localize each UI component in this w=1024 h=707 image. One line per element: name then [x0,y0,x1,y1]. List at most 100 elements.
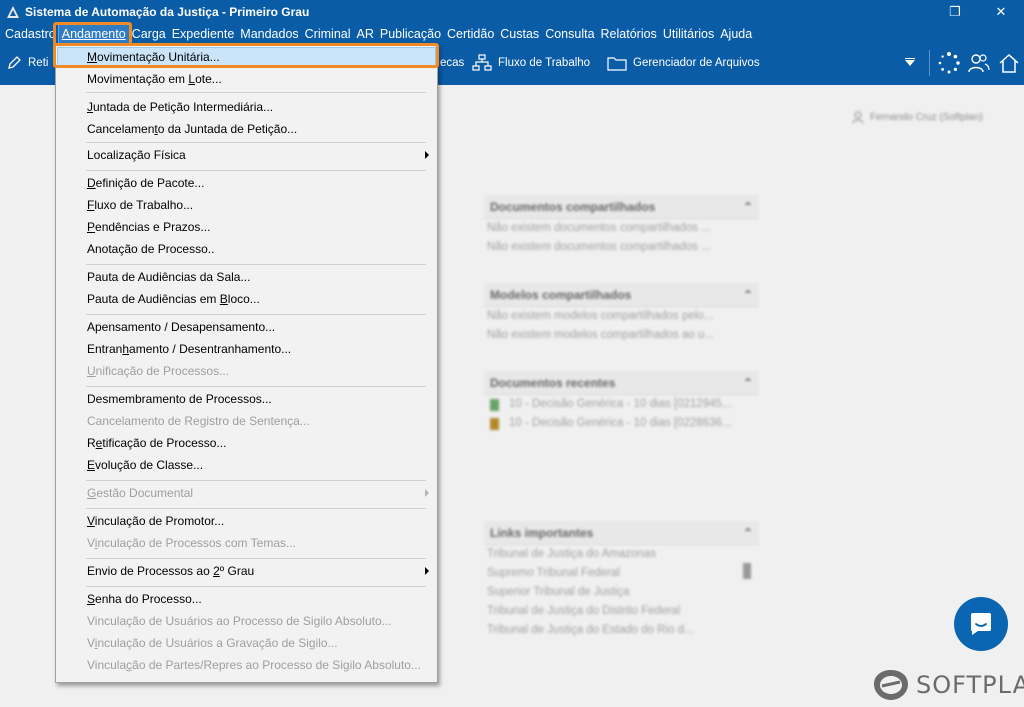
softplan-logo-mark [874,670,908,700]
menu-ajuda[interactable]: Ajuda [717,24,755,44]
shared-models-panel: Modelos compartilhados ⌃ Não existem mode… [484,283,759,345]
list-item: Não existem modelos compartilhados pelo.… [487,310,714,322]
shared-models-header[interactable]: Modelos compartilhados ⌃ [484,283,759,307]
menu-item-apensamento[interactable]: Apensamento / Desapensamento... [87,317,275,337]
link-item[interactable]: Supremo Tribunal Federal [484,564,759,583]
recent-docs-panel: Documentos recentes ⌃ 10 - Decisão Genéri… [484,371,759,433]
menu-mandados[interactable]: Mandados [237,24,301,44]
link-item[interactable]: Tribunal de Justiça do Distrito Federal [484,602,759,621]
toolbar-flow-button[interactable]: Fluxo de Trabalho [472,44,590,82]
menu-andamento[interactable]: Andamento [57,23,130,45]
toolbar-retificar-button[interactable]: Reti [6,44,48,82]
home-button[interactable] [994,52,1024,74]
menu-separator [86,170,426,171]
menu-separator [86,586,426,587]
recent-doc-label: 10 - Decisão Genérica - 10 dias [0212945… [509,398,732,410]
recent-docs-title: Documentos recentes [490,375,616,390]
users-button[interactable] [964,52,994,74]
menu-item-definicao-pacote[interactable]: Definição de Pacote... [87,173,204,193]
edit-icon [8,56,21,69]
menu-relatorios[interactable]: Relatórios [598,24,660,44]
recent-doc-item[interactable]: 10 - Decisão Genérica - 10 dias [0212945… [484,395,759,414]
menu-item-unificacao: Unificação de Processos... [87,364,230,378]
menu-item-vinculacao-usuarios-sigilo: Vinculação de Usuários ao Processo de Si… [87,614,392,628]
menu-item-pauta-sala[interactable]: Pauta de Audiências da Sala... [87,267,250,287]
title-bar: Sistema de Automação da Justiça - Primei… [0,0,1024,24]
menu-item-anotacao-processo[interactable]: Anotação de Processo.. [87,239,214,259]
recent-docs-header[interactable]: Documentos recentes ⌃ [484,371,759,395]
menu-item-entranhamento[interactable]: Entranhamento / Desentranhamento... [87,339,291,359]
workflow-icon [472,54,492,71]
menu-item-pauta-bloco[interactable]: Pauta de Audiências em Bloco... [87,289,260,309]
menu-utilitarios[interactable]: Utilitários [660,24,717,44]
menu-consulta[interactable]: Consulta [542,24,597,44]
chat-button[interactable] [954,597,1008,651]
submenu-arrow-icon [425,151,429,159]
user-icon [852,111,864,123]
restore-button[interactable]: ❐ [932,0,978,24]
document-icon [490,398,499,411]
andamento-dropdown-menu: Movimentação Unitária... Movimentação em… [55,44,438,683]
collapse-icon: ⌃ [742,525,753,540]
menu-criminal[interactable]: Criminal [302,24,354,44]
menu-item-envio-2-grau[interactable]: Envio de Processos ao 2º Grau [87,561,254,581]
dropdown-toggle[interactable] [895,58,925,68]
menu-item-juntada-peticao[interactable]: Juntada de Petição Intermediária... [87,97,273,117]
toolbar-flow-label: Fluxo de Trabalho [498,57,591,69]
menu-ar[interactable]: AR [354,24,377,44]
menu-item-fluxo-trabalho[interactable]: Fluxo de Trabalho... [87,195,193,215]
menu-certidao[interactable]: Certidão [444,24,497,44]
menu-item-evolucao-classe[interactable]: Evolução de Classe... [87,455,203,475]
menu-expediente[interactable]: Expediente [169,24,238,44]
document-icon [490,417,499,430]
menu-custas[interactable]: Custas [497,24,542,44]
window-title: Sistema de Automação da Justiça - Primei… [25,5,310,19]
menu-separator [86,92,426,93]
shared-docs-panel: Documentos compartilhados ⌃ Não existem d… [484,195,759,257]
caret-down-icon [905,58,915,66]
menu-item-cancelamento-sentenca: Cancelamento de Registro de Sentença... [87,414,310,428]
loading-button[interactable] [934,51,964,75]
menu-item-desmembramento[interactable]: Desmembramento de Processos... [87,389,272,409]
link-item[interactable]: Tribunal de Justiça do Amazonas [484,545,759,564]
shared-docs-header[interactable]: Documentos compartilhados ⌃ [484,195,759,219]
shared-docs-title: Documentos compartilhados [490,199,656,214]
menu-item-retificacao[interactable]: Retificação de Processo... [87,433,226,453]
menu-separator [86,558,426,559]
app-logo-icon [7,6,19,18]
menu-cadastro[interactable]: Cadastro [2,24,59,44]
menu-publicacao[interactable]: Publicação [377,24,444,44]
home-icon [999,53,1019,73]
collapse-icon: ⌃ [742,199,753,214]
menu-carga[interactable]: Carga [129,24,169,44]
shared-models-title: Modelos compartilhados [490,287,632,302]
list-item: Não existem documentos compartilhados ..… [487,222,711,234]
scrollbar-thumb[interactable] [743,563,751,579]
recent-doc-item[interactable]: 10 - Decisão Genérica - 10 dias [0228636… [484,414,759,433]
menu-item-vinculacao-temas: Vinculação de Processos com Temas... [87,536,297,550]
menu-item-cancelamento-juntada[interactable]: Cancelamento da Juntada de Petição... [87,119,297,139]
links-header[interactable]: Links importantes ⌃ [484,521,759,545]
menu-item-senha-processo[interactable]: Senha do Processo... [87,589,202,609]
menu-item-movimentacao-lote[interactable]: Movimentação em Lote... [87,69,222,89]
folder-icon [607,57,627,71]
list-item: Não existem modelos compartilhados ao u.… [487,329,714,341]
toolbar-files-label: Gerenciador de Arquivos [633,57,760,69]
menu-item-vinculacao-promotor[interactable]: Vinculação de Promotor... [87,511,224,531]
users-icon [968,54,990,73]
list-item: Não existem documentos compartilhados ..… [487,241,711,253]
collapse-icon: ⌃ [742,287,753,302]
toolbar-partial-button[interactable]: ecas [440,44,464,82]
link-item[interactable]: Superior Tribunal de Justiça [484,583,759,602]
link-item[interactable]: Tribunal de Justiça do Estado do Rio d..… [484,621,759,640]
toolbar-files-button[interactable]: Gerenciador de Arquivos [607,44,760,82]
menu-item-localizacao-fisica[interactable]: Localização Física [87,145,186,165]
loading-icon [938,52,960,74]
menu-separator [86,314,426,315]
menu-item-gestao-documental: Gestão Documental [87,486,194,500]
menu-separator [86,508,426,509]
menu-item-pendencias-prazos[interactable]: Pendências e Prazos... [87,217,210,237]
menu-item-movimentacao-unitaria[interactable]: Movimentação Unitária... [87,47,220,67]
scrollbar[interactable] [743,551,753,641]
close-button[interactable]: ✕ [978,0,1024,24]
